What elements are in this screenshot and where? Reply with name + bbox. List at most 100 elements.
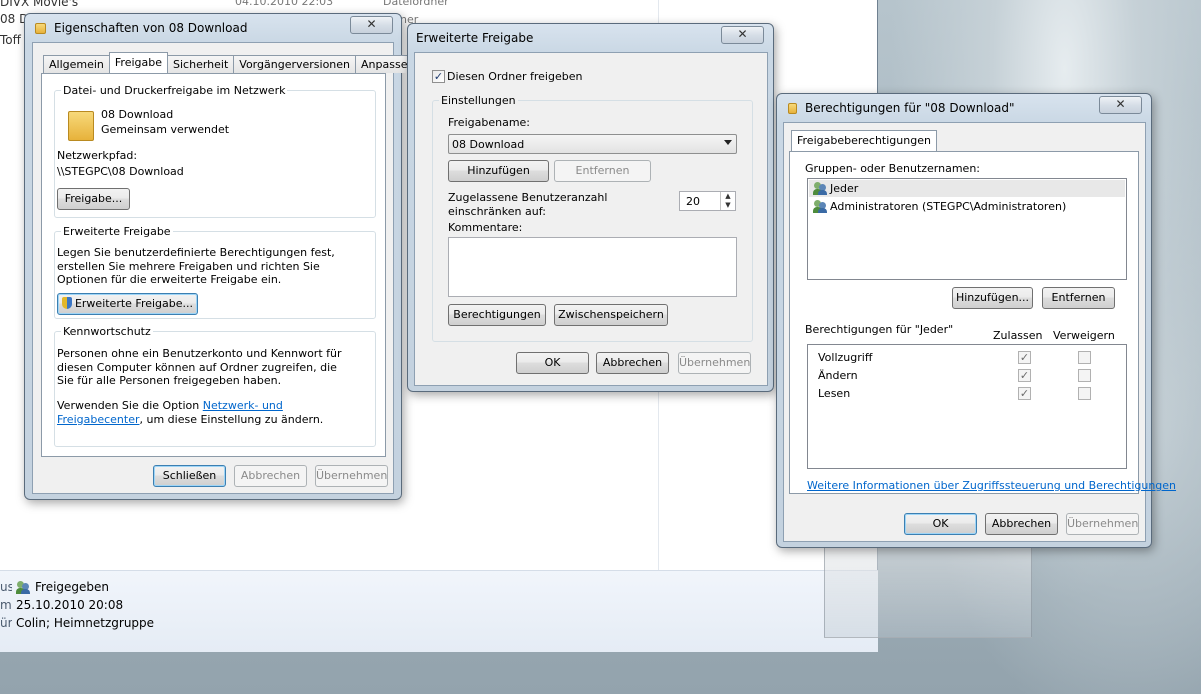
- detail-date-label: m:: [0, 598, 12, 612]
- advanced-sharing-button-label: Erweiterte Freigabe...: [74, 297, 194, 310]
- properties-body: Allgemein Freigabe Sicherheit Vorgängerv…: [32, 42, 421, 494]
- properties-close-button[interactable]: ✕: [350, 16, 393, 34]
- user-jeder[interactable]: Jeder: [830, 182, 858, 195]
- groups-label: Gruppen- oder Benutzernamen:: [805, 162, 981, 175]
- add-user-button[interactable]: Hinzufügen...: [952, 287, 1033, 309]
- comments-label: Kommentare:: [448, 221, 523, 234]
- share-button[interactable]: Freigabe...: [57, 188, 130, 210]
- advanced-sharing-text: Legen Sie benutzerdefinierte Berechtigun…: [57, 246, 335, 286]
- cancel-button[interactable]: Abbrechen: [234, 465, 307, 487]
- perm-deny-checkbox[interactable]: [1078, 387, 1091, 400]
- perm-allow-checkbox[interactable]: ✓: [1018, 351, 1031, 364]
- folder-name: 08 Download: [101, 108, 174, 121]
- properties-dialog: Eigenschaften von 08 Download ✕ Allgemei…: [24, 13, 421, 500]
- cancel-button[interactable]: Abbrechen: [596, 352, 669, 374]
- permissions-titlebar[interactable]: Berechtigungen für "08 Download" ✕: [777, 94, 1151, 122]
- share-permissions-tabpage: Gruppen- oder Benutzernamen: Jeder Admin…: [789, 151, 1176, 494]
- ok-button[interactable]: OK: [516, 352, 589, 374]
- sharename-combobox[interactable]: 08 Download: [448, 134, 737, 154]
- folder-icon: [788, 103, 797, 114]
- remove-share-button[interactable]: Entfernen: [554, 160, 651, 182]
- perm-deny-checkbox[interactable]: [1078, 351, 1091, 364]
- tab-vorgaengerversionen[interactable]: Vorgängerversionen: [233, 55, 357, 73]
- file-row-label[interactable]: DIVX Movie's: [0, 0, 78, 9]
- network-sharing-group: Datei- und Druckerfreigabe im Netzwerk 0…: [54, 84, 376, 218]
- remove-user-button[interactable]: Entfernen: [1042, 287, 1115, 309]
- password-protection-text: Personen ohne ein Benutzerkonto und Kenn…: [57, 347, 342, 387]
- detail-shared: ür: Colin; Heimnetzgruppe: [0, 616, 154, 630]
- perm-row-name: Ändern: [818, 369, 858, 382]
- access-control-info-link[interactable]: Weitere Informationen über Zugriffssteue…: [807, 479, 1176, 492]
- add-share-button[interactable]: Hinzufügen: [448, 160, 549, 182]
- advanced-sharing-group: Erweiterte Freigabe Legen Sie benutzerde…: [54, 225, 376, 319]
- ok-button[interactable]: OK: [904, 513, 977, 535]
- chevron-down-icon: [724, 140, 732, 145]
- permissions-list: Vollzugriff ✓ Ändern ✓ Lesen ✓: [807, 344, 1127, 469]
- allow-header: Zulassen: [993, 329, 1043, 342]
- tab-freigabe[interactable]: Freigabe: [108, 52, 169, 73]
- tab-sicherheit[interactable]: Sicherheit: [167, 55, 235, 73]
- advanced-sharing-body: ✓ Diesen Ordner freigeben Einstellungen …: [414, 52, 768, 386]
- comments-textarea[interactable]: [448, 237, 737, 297]
- apply-button[interactable]: Übernehmen: [1066, 513, 1139, 535]
- sharename-label: Freigabename:: [448, 116, 531, 129]
- detail-shared-value: Colin; Heimnetzgruppe: [16, 616, 155, 630]
- password-protection-hint: Verwenden Sie die Option Netzwerk- und F…: [57, 399, 367, 426]
- share-folder-checkbox[interactable]: ✓: [432, 70, 445, 83]
- spinner-up-icon[interactable]: ▲: [721, 192, 735, 201]
- password-protection-group: Kennwortschutz Personen ohne ein Benutze…: [54, 325, 376, 447]
- apply-button[interactable]: Übernehmen: [315, 465, 388, 487]
- settings-title: Einstellungen: [439, 94, 518, 107]
- tab-allgemein[interactable]: Allgemein: [43, 55, 110, 73]
- advanced-sharing-title: Erweiterte Freigabe: [61, 225, 173, 238]
- tab-share-permissions[interactable]: Freigabeberechtigungen: [791, 130, 937, 151]
- file-row-label[interactable]: Toff: [0, 33, 21, 47]
- file-row-type: Dateiordner: [383, 0, 449, 8]
- netpath-value: \\STEGPC\08 Download: [57, 165, 184, 178]
- advanced-sharing-close-button[interactable]: ✕: [721, 26, 764, 44]
- close-button[interactable]: Schließen: [153, 465, 226, 487]
- perm-row-name: Vollzugriff: [818, 351, 873, 364]
- settings-group: Einstellungen Freigabename: 08 Download …: [432, 94, 753, 342]
- spinner-arrows[interactable]: ▲ ▼: [720, 192, 735, 210]
- detail-date-value: 25.10.2010 20:08: [16, 598, 124, 612]
- folder-icon: [35, 23, 46, 34]
- permissions-tabs: Freigabeberechtigungen: [791, 130, 937, 151]
- users-listbox[interactable]: Jeder Administratoren (STEGPC\Administra…: [807, 178, 1127, 280]
- password-protection-title: Kennwortschutz: [61, 325, 153, 338]
- perm-row-name: Lesen: [818, 387, 851, 400]
- detail-date: m: 25.10.2010 20:08: [0, 598, 123, 612]
- password-hint-prefix: Verwenden Sie die Option: [57, 399, 203, 412]
- apply-button[interactable]: Übernehmen: [678, 352, 751, 374]
- folder-status: Gemeinsam verwendet: [101, 123, 230, 136]
- permissions-for-label: Berechtigungen für "Jeder": [805, 323, 954, 336]
- shared-users-icon: [16, 580, 30, 594]
- perm-allow-checkbox[interactable]: ✓: [1018, 387, 1031, 400]
- caching-button[interactable]: Zwischenspeichern: [554, 304, 668, 326]
- sharename-value: 08 Download: [452, 138, 525, 151]
- permissions-close-button[interactable]: ✕: [1099, 96, 1142, 114]
- large-folder-icon: [68, 111, 94, 141]
- share-folder-label[interactable]: Diesen Ordner freigeben: [447, 70, 582, 83]
- freigabe-tabpage: Datei- und Druckerfreigabe im Netzwerk 0…: [41, 73, 386, 457]
- advanced-sharing-dialog-title: Erweiterte Freigabe: [416, 31, 534, 45]
- user-limit-label: Zugelassene Benutzeranzahl einschränken …: [448, 191, 608, 218]
- user-administratoren[interactable]: Administratoren (STEGPC\Administratoren): [830, 200, 1066, 213]
- advanced-sharing-button[interactable]: Erweiterte Freigabe...: [57, 293, 198, 315]
- user-limit-value: 20: [686, 195, 700, 208]
- perm-allow-checkbox[interactable]: ✓: [1018, 369, 1031, 382]
- netpath-label: Netzwerkpfad:: [57, 149, 138, 162]
- properties-tabs: Allgemein Freigabe Sicherheit Vorgängerv…: [43, 52, 421, 73]
- permissions-button[interactable]: Berechtigungen: [448, 304, 546, 326]
- detail-status-value: Freigegeben: [35, 580, 110, 594]
- spinner-down-icon[interactable]: ▼: [721, 201, 735, 210]
- detail-status-label: us:: [0, 580, 12, 594]
- users-icon: [813, 199, 827, 213]
- cancel-button[interactable]: Abbrechen: [985, 513, 1058, 535]
- advanced-sharing-titlebar[interactable]: Erweiterte Freigabe ✕: [408, 24, 773, 52]
- perm-deny-checkbox[interactable]: [1078, 369, 1091, 382]
- permissions-dialog: Berechtigungen für "08 Download" ✕ Freig…: [776, 93, 1176, 548]
- properties-titlebar[interactable]: Eigenschaften von 08 Download ✕: [25, 14, 401, 42]
- network-sharing-title: Datei- und Druckerfreigabe im Netzwerk: [61, 84, 288, 97]
- user-limit-spinner[interactable]: 20 ▲ ▼: [679, 191, 736, 211]
